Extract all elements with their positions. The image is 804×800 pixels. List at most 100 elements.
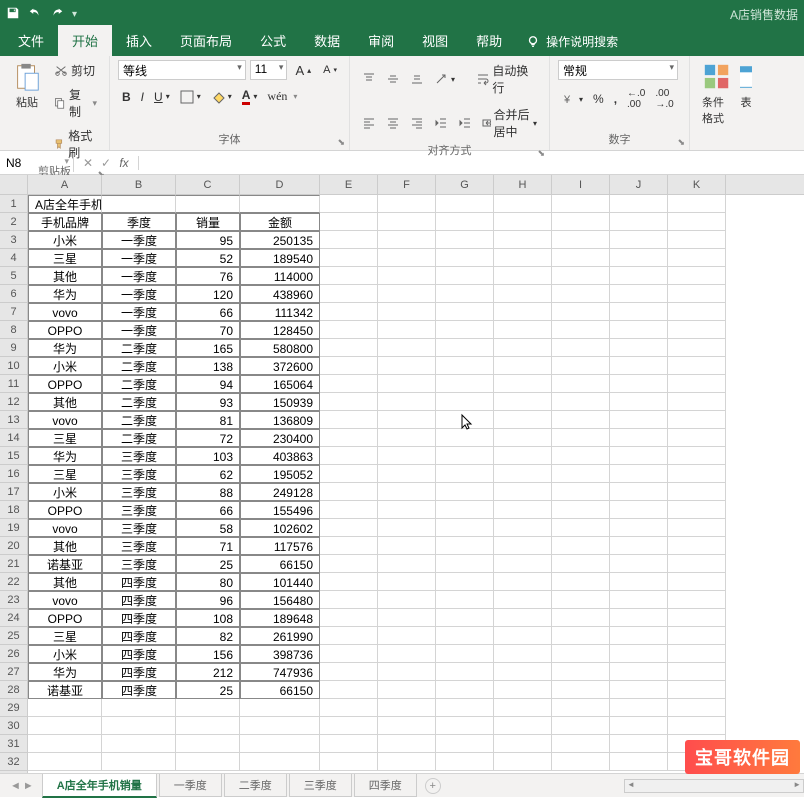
row-header[interactable]: 10 xyxy=(0,357,27,375)
conditional-format-button[interactable]: 条件格式 xyxy=(698,60,736,128)
cell[interactable]: OPPO xyxy=(28,375,102,393)
cell[interactable]: 三季度 xyxy=(102,447,176,465)
cell[interactable]: 三星 xyxy=(28,429,102,447)
cell[interactable] xyxy=(378,213,436,231)
align-bottom-button[interactable] xyxy=(406,70,428,88)
cell[interactable] xyxy=(378,609,436,627)
cell[interactable]: 一季度 xyxy=(102,303,176,321)
row-header[interactable]: 21 xyxy=(0,555,27,573)
cell[interactable] xyxy=(436,393,494,411)
cell[interactable]: 一季度 xyxy=(102,249,176,267)
name-box[interactable]: N8 xyxy=(0,154,74,172)
row-header[interactable]: 5 xyxy=(0,267,27,285)
cell[interactable] xyxy=(436,303,494,321)
cell[interactable]: 111342 xyxy=(240,303,320,321)
cell[interactable] xyxy=(610,447,668,465)
cell[interactable] xyxy=(552,501,610,519)
cell[interactable] xyxy=(494,717,552,735)
cell[interactable] xyxy=(552,393,610,411)
align-center-button[interactable] xyxy=(382,114,404,132)
tab-help[interactable]: 帮助 xyxy=(462,25,516,56)
cell[interactable] xyxy=(320,627,378,645)
cell[interactable] xyxy=(436,465,494,483)
sheet-nav-next-icon[interactable]: ► xyxy=(23,780,34,792)
cell[interactable] xyxy=(494,699,552,717)
cell[interactable] xyxy=(176,195,240,213)
cell[interactable] xyxy=(494,465,552,483)
cell[interactable] xyxy=(552,411,610,429)
qat-more-icon[interactable]: ▾ xyxy=(72,9,77,20)
cell[interactable] xyxy=(320,483,378,501)
cell[interactable]: 小米 xyxy=(28,357,102,375)
tab-data[interactable]: 数据 xyxy=(300,25,354,56)
cell[interactable] xyxy=(668,267,726,285)
cell[interactable] xyxy=(176,699,240,717)
cell[interactable]: 四季度 xyxy=(102,591,176,609)
cell[interactable]: 80 xyxy=(176,573,240,591)
cell[interactable]: 66 xyxy=(176,501,240,519)
decrease-decimal-button[interactable]: .00→.0 xyxy=(651,86,677,112)
cell[interactable] xyxy=(610,321,668,339)
pinyin-button[interactable]: wén xyxy=(263,87,291,106)
cell[interactable] xyxy=(552,375,610,393)
cell[interactable]: 四季度 xyxy=(102,663,176,681)
row-header[interactable]: 27 xyxy=(0,663,27,681)
cell[interactable] xyxy=(436,231,494,249)
cell[interactable]: 70 xyxy=(176,321,240,339)
cell[interactable] xyxy=(494,357,552,375)
row-header[interactable]: 23 xyxy=(0,591,27,609)
cell[interactable] xyxy=(240,195,320,213)
cell[interactable]: 华为 xyxy=(28,663,102,681)
cell[interactable] xyxy=(240,753,320,771)
cell[interactable] xyxy=(552,699,610,717)
tab-view[interactable]: 视图 xyxy=(408,25,462,56)
cell[interactable] xyxy=(668,663,726,681)
cell[interactable] xyxy=(610,609,668,627)
cell[interactable]: 403863 xyxy=(240,447,320,465)
cell[interactable] xyxy=(436,717,494,735)
cell[interactable]: 580800 xyxy=(240,339,320,357)
cell[interactable] xyxy=(378,645,436,663)
cell[interactable] xyxy=(494,609,552,627)
cell[interactable] xyxy=(552,447,610,465)
cell[interactable]: 58 xyxy=(176,519,240,537)
number-launcher-icon[interactable]: ⬊ xyxy=(677,137,685,148)
cell[interactable]: 156 xyxy=(176,645,240,663)
cell[interactable] xyxy=(240,717,320,735)
cell[interactable] xyxy=(320,285,378,303)
cell[interactable] xyxy=(436,357,494,375)
cell[interactable] xyxy=(610,393,668,411)
sheet-tab[interactable]: 四季度 xyxy=(354,774,417,797)
cell[interactable] xyxy=(552,663,610,681)
cell[interactable] xyxy=(610,339,668,357)
row-header[interactable]: 14 xyxy=(0,429,27,447)
cell[interactable] xyxy=(552,321,610,339)
cell[interactable]: 195052 xyxy=(240,465,320,483)
cell[interactable] xyxy=(436,339,494,357)
tell-me[interactable]: 操作说明搜索 xyxy=(526,33,618,56)
cell[interactable]: vovo xyxy=(28,303,102,321)
cell[interactable] xyxy=(610,519,668,537)
cell[interactable]: 102602 xyxy=(240,519,320,537)
cell[interactable]: 120 xyxy=(176,285,240,303)
cell[interactable]: 一季度 xyxy=(102,285,176,303)
cell[interactable] xyxy=(610,663,668,681)
cell[interactable] xyxy=(378,663,436,681)
align-middle-button[interactable] xyxy=(382,70,404,88)
cell[interactable] xyxy=(436,483,494,501)
cell[interactable] xyxy=(436,501,494,519)
cell[interactable]: 117576 xyxy=(240,537,320,555)
cell[interactable] xyxy=(378,501,436,519)
cell[interactable] xyxy=(436,429,494,447)
wrap-text-button[interactable]: 自动换行 xyxy=(472,60,541,98)
cell[interactable]: 三季度 xyxy=(102,537,176,555)
cell[interactable] xyxy=(102,717,176,735)
spreadsheet-grid[interactable]: 1234567891011121314151617181920212223242… xyxy=(0,175,804,773)
cell[interactable] xyxy=(494,321,552,339)
cell[interactable] xyxy=(552,195,610,213)
cell[interactable] xyxy=(552,537,610,555)
copy-button[interactable]: 复制▾ xyxy=(50,84,101,122)
row-header[interactable]: 20 xyxy=(0,537,27,555)
number-format-combo[interactable]: 常规 xyxy=(558,60,678,80)
percent-button[interactable]: % xyxy=(589,86,608,112)
